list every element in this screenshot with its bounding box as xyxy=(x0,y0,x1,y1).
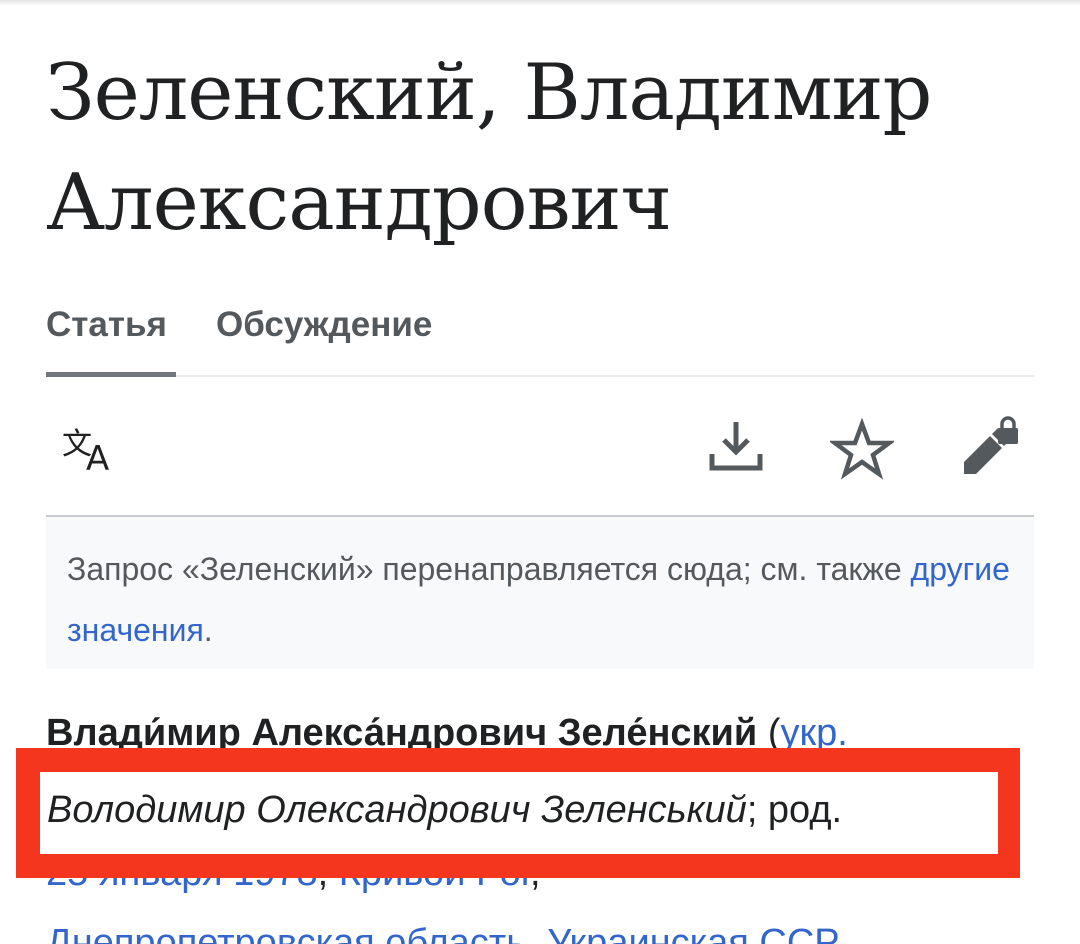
translate-icon[interactable]: 文 A xyxy=(58,418,122,482)
edit-locked-icon[interactable] xyxy=(958,414,1022,478)
lead-line-1: Влади́мир Алекса́ндрович Зеле́нский (укр… xyxy=(46,698,1046,768)
lead-line-4: Днепропетровская область, Украинская ССР xyxy=(46,908,1046,944)
hatnote-period: . xyxy=(203,612,213,648)
birth-prefix: ; род. xyxy=(746,789,843,831)
tab-talk-label: Обсуждение xyxy=(216,305,433,344)
hatnote-text: Запрос «Зеленский» перенаправляется сюда… xyxy=(67,551,911,587)
comma-separator: , xyxy=(317,852,339,894)
tab-article-label: Статья xyxy=(46,305,167,344)
svg-text:A: A xyxy=(86,439,109,479)
star-icon[interactable] xyxy=(830,418,894,482)
tab-active-indicator xyxy=(46,372,176,377)
paren-open: ( xyxy=(757,712,781,754)
birthplace-link[interactable]: Кривой Рог xyxy=(339,852,530,894)
region-link[interactable]: Днепропетровская область, Украинская ССР xyxy=(46,922,840,944)
ukrainian-name: Володимир Олександрович Зеленський xyxy=(47,789,747,831)
hatnote: Запрос «Зеленский» перенаправляется сюда… xyxy=(46,515,1034,669)
ukrainian-language-link[interactable]: укр. xyxy=(781,712,848,754)
tab-article[interactable]: Статья xyxy=(46,300,176,377)
download-icon[interactable] xyxy=(704,418,768,482)
birth-date-link[interactable]: 25 января 1978 xyxy=(46,852,318,894)
comma-separator-2: , xyxy=(530,852,541,894)
page-title: Зеленский, Владимир Александрович xyxy=(46,48,932,248)
top-shadow xyxy=(0,0,1080,6)
highlighted-ukrainian-name: Володимир Олександрович Зеленський; род. xyxy=(40,772,998,854)
article-tabs: Статья Обсуждение xyxy=(46,300,1034,377)
subject-name: Влади́мир Алекса́ндрович Зеле́нский xyxy=(46,712,758,754)
tab-talk[interactable]: Обсуждение xyxy=(216,300,432,375)
